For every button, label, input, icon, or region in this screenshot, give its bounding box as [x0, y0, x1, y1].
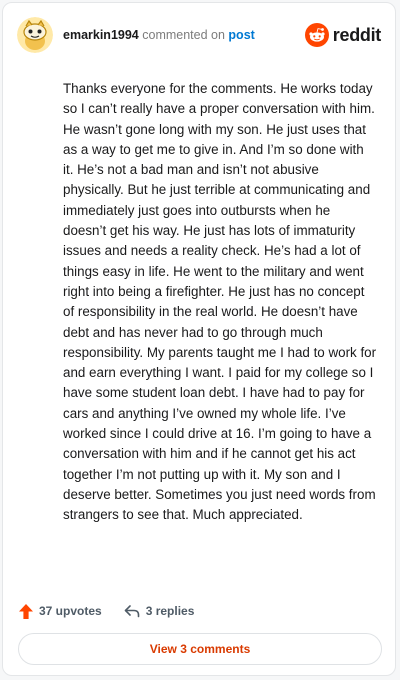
upvote-arrow-icon — [19, 603, 33, 619]
view-comments-button[interactable]: View 3 comments — [18, 633, 382, 665]
reddit-logo-icon — [304, 23, 329, 47]
comment-meta: emarkin1994 commented on post — [63, 28, 255, 42]
reply-count: 3 replies — [145, 604, 195, 618]
reply-arrow-icon — [124, 605, 140, 618]
upvote-count: 37 upvotes — [39, 604, 102, 618]
comment-actions: 37 upvotes 3 replies — [19, 601, 194, 621]
reddit-brand[interactable]: reddit — [304, 21, 382, 49]
reddit-wordmark: reddit — [332, 24, 382, 45]
post-link[interactable]: post — [228, 28, 254, 42]
comment-body: Thanks everyone for the comments. He wor… — [63, 81, 377, 523]
comment-header: emarkin1994 commented on post reddit — [17, 17, 381, 57]
avatar[interactable] — [17, 17, 53, 53]
upvote-button[interactable]: 37 upvotes — [19, 603, 102, 619]
snoo-avatar-icon — [17, 17, 53, 53]
username-link[interactable]: emarkin1994 — [63, 28, 139, 42]
comment-card: emarkin1994 commented on post reddit Tha… — [2, 2, 396, 676]
replies-button[interactable]: 3 replies — [124, 604, 195, 618]
action-text: commented on — [142, 28, 225, 42]
